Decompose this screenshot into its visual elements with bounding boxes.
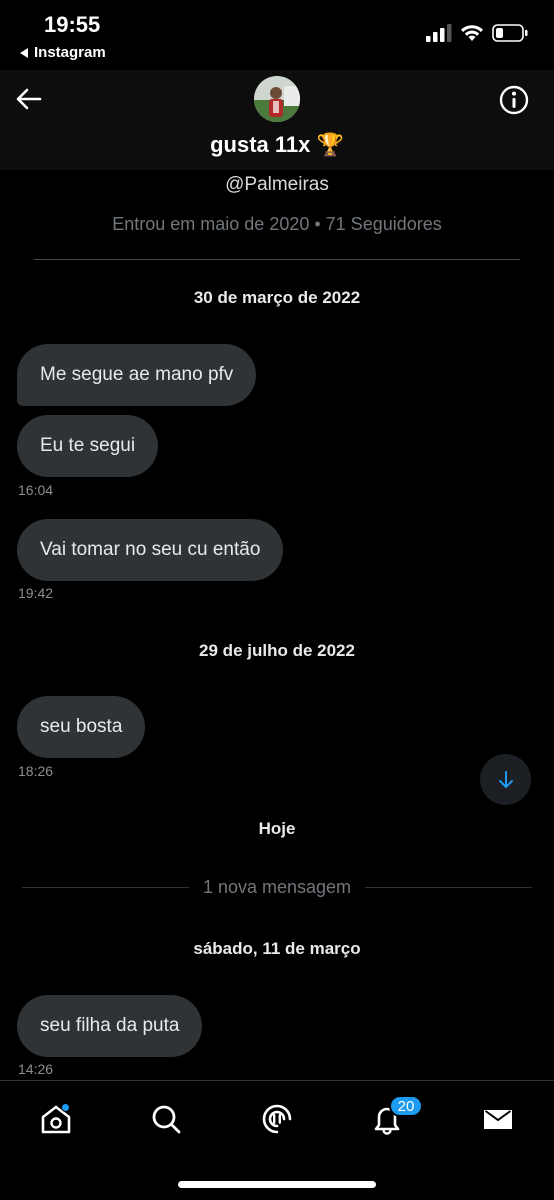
back-to-app-link[interactable]: Instagram bbox=[18, 44, 106, 61]
info-button[interactable] bbox=[498, 84, 530, 116]
avatar[interactable] bbox=[254, 76, 300, 122]
profile-handle[interactable]: @Palmeiras bbox=[0, 174, 554, 196]
status-bar: 19:55 Instagram bbox=[0, 0, 554, 70]
contact-name-text: gusta 11x bbox=[210, 132, 311, 157]
back-arrow-icon bbox=[16, 88, 42, 110]
message-timestamp: 18:26 bbox=[18, 763, 54, 779]
spaces-icon bbox=[262, 1104, 292, 1134]
tab-search[interactable] bbox=[146, 1099, 186, 1139]
notifications-count-badge: 20 bbox=[389, 1095, 423, 1117]
status-time: 19:55 bbox=[44, 12, 101, 37]
arrow-down-icon bbox=[498, 770, 513, 788]
tab-home[interactable] bbox=[36, 1099, 76, 1139]
battery-icon bbox=[492, 24, 528, 42]
messages-icon bbox=[484, 1110, 512, 1129]
message-text: Vai tomar no seu cu então bbox=[40, 539, 261, 560]
message-bubble[interactable]: Vai tomar no seu cu então bbox=[17, 519, 284, 581]
message-text: seu filha da puta bbox=[40, 1015, 180, 1036]
tab-notifications[interactable]: 20 bbox=[367, 1095, 423, 1139]
avatar-image bbox=[254, 76, 300, 122]
message-text: seu bosta bbox=[40, 716, 123, 737]
cellular-signal-icon bbox=[426, 24, 452, 42]
date-separator: Hoje bbox=[258, 819, 296, 838]
back-triangle-icon bbox=[20, 47, 28, 58]
message-text: Me segue ae mano pfv bbox=[40, 364, 234, 385]
status-icons bbox=[426, 24, 528, 42]
trophy-emoji: 🏆 bbox=[316, 132, 344, 157]
message-text: Eu te segui bbox=[40, 435, 136, 456]
new-messages-label: 1 nova mensagem bbox=[202, 876, 352, 897]
date-separator: 29 de julho de 2022 bbox=[199, 641, 355, 660]
scroll-to-bottom-button[interactable] bbox=[480, 754, 531, 805]
message-timestamp: 19:42 bbox=[18, 585, 54, 601]
divider-line bbox=[365, 886, 532, 888]
conversation-header: gusta 11x 🏆 bbox=[0, 70, 554, 170]
divider-line bbox=[22, 886, 189, 888]
home-indicator bbox=[178, 1181, 376, 1188]
profile-meta: Entrou em maio de 2020 • 71 Seguidores bbox=[112, 214, 442, 234]
message-bubble[interactable]: seu filha da puta bbox=[17, 995, 203, 1057]
date-separator: sábado, 11 de março bbox=[193, 939, 361, 958]
back-app-label: Instagram bbox=[34, 44, 106, 61]
contact-name: gusta 11x 🏆 bbox=[0, 132, 554, 158]
profile-divider bbox=[34, 259, 520, 260]
search-icon bbox=[152, 1105, 181, 1134]
date-separator: 30 de março de 2022 bbox=[193, 288, 361, 307]
tab-spaces[interactable] bbox=[257, 1099, 297, 1139]
new-messages-divider: 1 nova mensagem bbox=[22, 876, 532, 898]
message-timestamp: 16:04 bbox=[18, 482, 54, 498]
message-bubble[interactable]: Me segue ae mano pfv bbox=[17, 344, 257, 406]
message-timestamp: 14:26 bbox=[18, 1061, 54, 1077]
message-bubble[interactable]: Eu te segui bbox=[17, 415, 159, 477]
wifi-icon bbox=[461, 25, 483, 41]
tab-messages[interactable] bbox=[478, 1099, 518, 1139]
info-icon bbox=[499, 85, 529, 115]
back-button[interactable] bbox=[14, 84, 44, 114]
message-bubble[interactable]: seu bosta bbox=[17, 696, 146, 758]
unread-dot-badge bbox=[61, 1103, 70, 1112]
